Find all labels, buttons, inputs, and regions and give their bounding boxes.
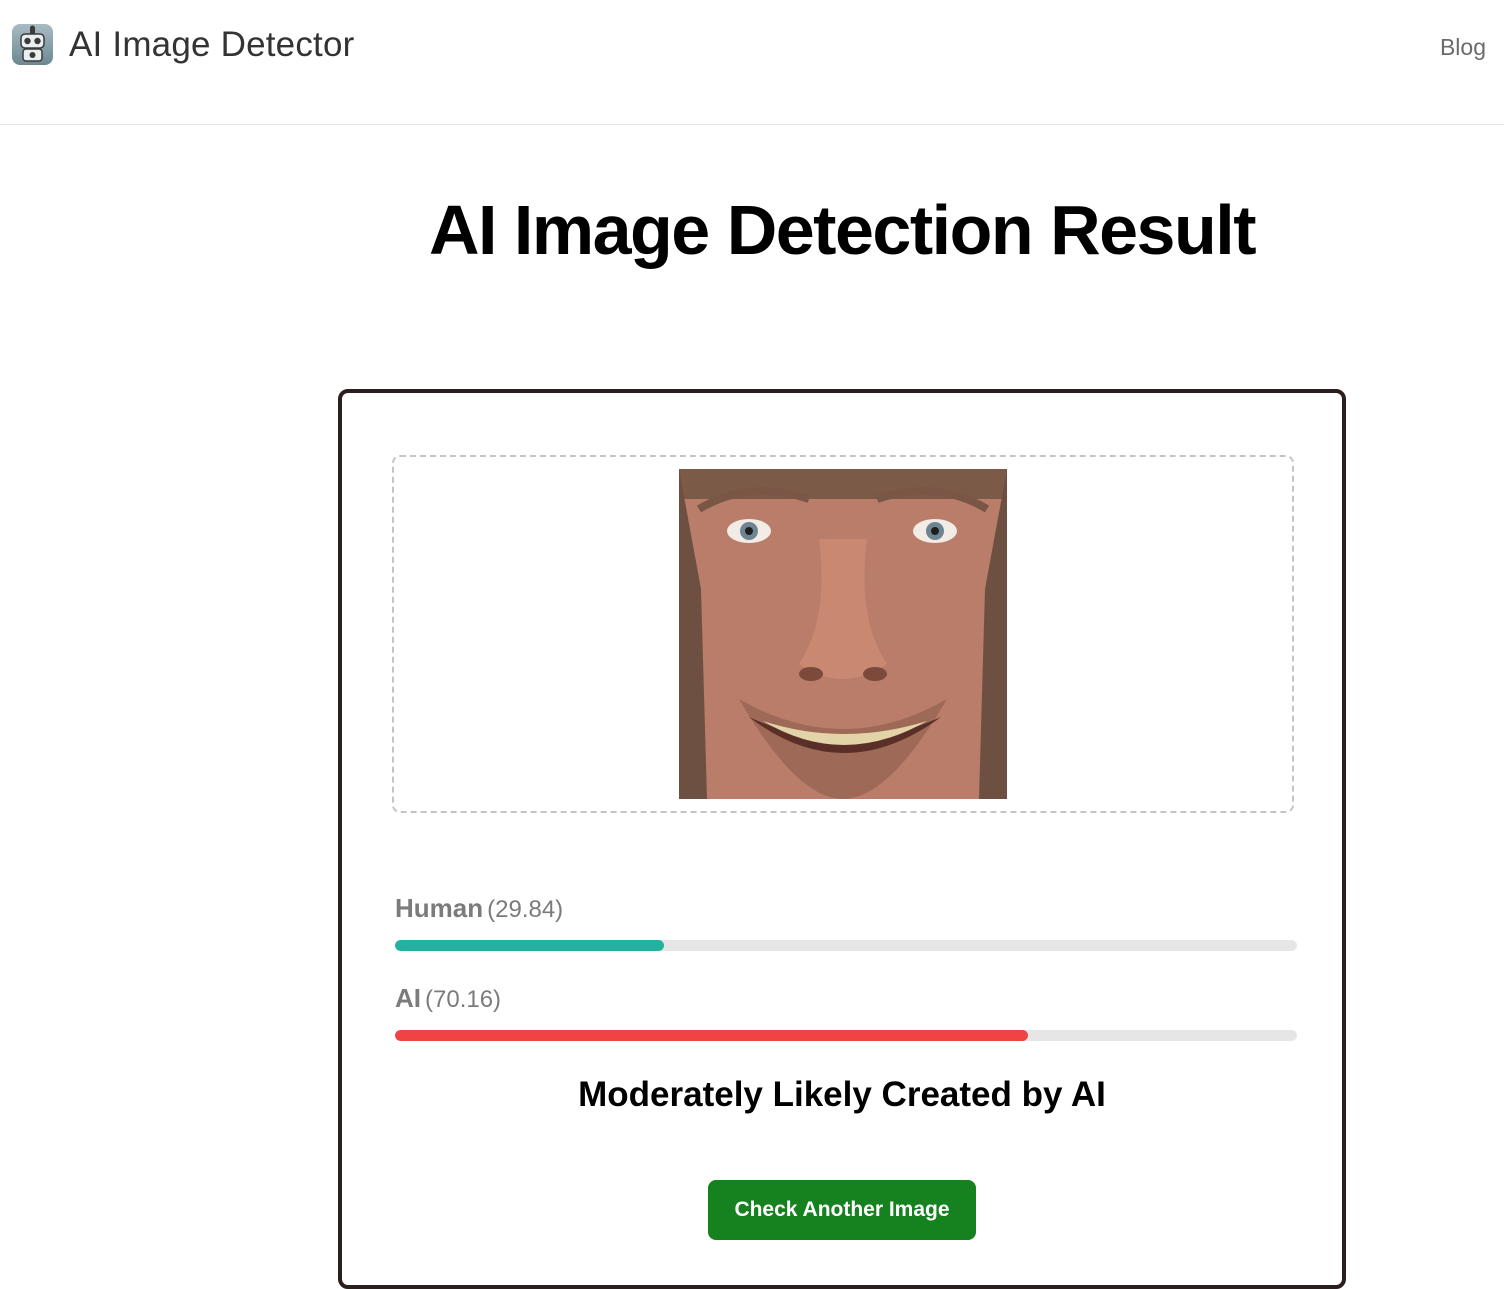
ai-score-value: (70.16) — [425, 986, 502, 1013]
ai-score-label: AI — [395, 983, 421, 1013]
image-preview-frame — [392, 455, 1294, 813]
human-score-track — [395, 940, 1297, 951]
result-card: Human (29.84) AI (70.16) Moderately Likely… — [338, 389, 1346, 1289]
page-title: AI Image Detection Result — [428, 191, 1257, 269]
human-score-bar — [395, 940, 665, 951]
uploaded-image — [679, 469, 1007, 799]
human-score-label: Human — [395, 893, 484, 923]
robot-icon — [12, 24, 53, 65]
brand-name: AI Image Detector — [69, 24, 355, 64]
check-another-image-button[interactable]: Check Another Image — [708, 1180, 976, 1240]
ai-score-bar — [395, 1030, 1028, 1041]
ai-score-label-row: AI (70.16) — [395, 983, 1297, 1014]
ai-score-track — [395, 1030, 1297, 1041]
brand-home-link[interactable]: AI Image Detector — [12, 24, 354, 65]
nav-blog-link[interactable]: Blog — [1440, 34, 1486, 61]
site-header: AI Image Detector Blog — [0, 0, 1504, 125]
ai-score: AI (70.16) — [395, 983, 1297, 1041]
verdict-text: Moderately Likely Created by AI — [578, 1075, 1106, 1114]
human-score-label-row: Human (29.84) — [395, 893, 1297, 924]
human-score-value: (29.84) — [487, 896, 564, 923]
human-score: Human (29.84) — [395, 893, 1297, 951]
